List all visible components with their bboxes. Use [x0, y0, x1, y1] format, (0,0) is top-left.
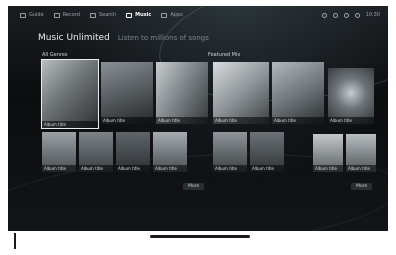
album-tile[interactable]: Album title — [346, 134, 376, 172]
album-caption: Album title — [328, 117, 374, 124]
album-art — [328, 68, 374, 124]
album-tile[interactable]: Album title — [213, 132, 247, 172]
album-tile[interactable]: Album title — [272, 62, 324, 124]
nav-item-guide[interactable]: Guide — [20, 12, 44, 18]
nav-item-music[interactable]: Music — [126, 12, 151, 18]
album-caption: Album title — [250, 165, 284, 172]
section-label-left: All Genres — [42, 52, 68, 58]
account-icon[interactable] — [354, 12, 360, 18]
album-tile[interactable]: Album title — [153, 132, 187, 172]
album-tile[interactable]: Album title — [101, 62, 153, 124]
album-art — [156, 62, 208, 124]
apps-icon — [161, 12, 168, 18]
page-title: Music Unlimited — [38, 33, 110, 43]
album-art — [42, 60, 98, 128]
page-subtitle: Listen to millions of songs — [117, 34, 209, 42]
guide-icon — [20, 12, 26, 18]
album-caption: Album title — [272, 117, 324, 124]
top-navigation: Guide Record Search Music Apps — [20, 12, 183, 18]
album-caption: Album title — [313, 165, 343, 172]
album-tile[interactable]: Album title — [116, 132, 150, 172]
album-tile[interactable]: Album title — [41, 59, 99, 129]
nav-label: Music — [135, 12, 152, 18]
album-tile[interactable]: Album title — [156, 62, 208, 124]
page-heading: Music Unlimited Listen to millions of so… — [38, 33, 209, 43]
album-tile[interactable]: Album title — [79, 132, 113, 172]
tv-screen: Guide Record Search Music Apps 10:30 Mus… — [8, 6, 388, 231]
album-caption: Album title — [213, 165, 247, 172]
status-bar: 10:30 — [321, 12, 380, 18]
album-art — [272, 62, 324, 124]
settings-icon[interactable] — [332, 12, 338, 18]
network-icon — [321, 12, 327, 18]
nav-item-record[interactable]: Record — [53, 12, 80, 18]
nav-label: Record — [62, 12, 80, 18]
album-art — [101, 62, 153, 124]
album-tile[interactable]: Album title — [250, 132, 284, 172]
album-caption: Album title — [213, 117, 269, 124]
album-caption: Album title — [79, 165, 113, 172]
album-tile[interactable]: Album title — [313, 134, 343, 172]
more-button-left[interactable]: More — [183, 183, 205, 190]
album-caption: Album title — [153, 165, 187, 172]
nav-item-apps[interactable]: Apps — [161, 12, 183, 18]
music-icon — [126, 12, 133, 18]
album-caption: Album title — [116, 165, 150, 172]
album-tile[interactable]: Album title — [328, 68, 374, 124]
tv-edge — [14, 233, 16, 249]
nav-label: Search — [98, 12, 117, 18]
nav-label: Guide — [29, 12, 44, 18]
section-label-right: Featured Mix — [208, 52, 241, 58]
tv-frame: Guide Record Search Music Apps 10:30 Mus… — [3, 3, 393, 237]
album-caption: Album title — [156, 117, 208, 124]
album-caption: Album title — [42, 121, 98, 128]
notification-icon[interactable] — [343, 12, 349, 18]
search-icon — [89, 12, 96, 18]
album-tile[interactable]: Album title — [42, 132, 76, 172]
nav-label: Apps — [170, 12, 183, 18]
album-caption: Album title — [42, 165, 76, 172]
clock: 10:30 — [365, 12, 380, 18]
record-icon — [53, 12, 60, 18]
more-button-right[interactable]: More — [351, 183, 373, 190]
album-art — [213, 62, 269, 124]
album-caption: Album title — [101, 117, 153, 124]
album-caption: Album title — [346, 165, 376, 172]
tv-stand — [150, 235, 250, 238]
nav-item-search[interactable]: Search — [89, 12, 117, 18]
album-tile[interactable]: Album title — [213, 62, 269, 124]
